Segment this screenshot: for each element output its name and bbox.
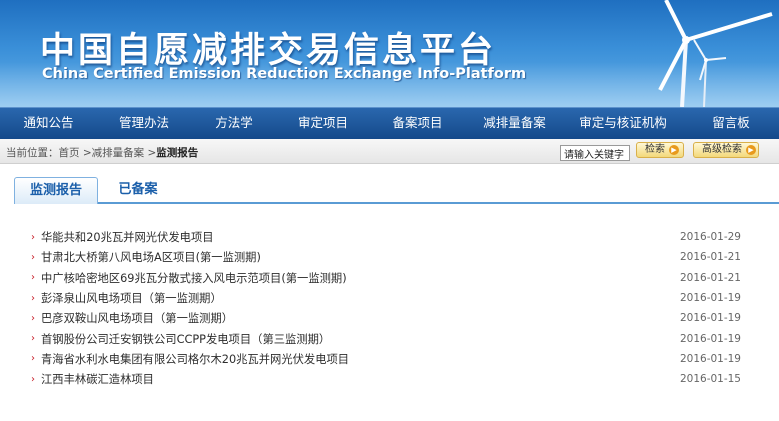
nav-item-notices[interactable]: 通知公告 — [0, 108, 97, 139]
breadcrumb-separator: > — [79, 147, 92, 159]
advanced-search-button[interactable]: 高级检索 ▶ — [693, 142, 759, 158]
nav-item-message-board[interactable]: 留言板 — [683, 108, 779, 139]
arrow-right-icon: ▶ — [669, 145, 679, 155]
bullet-arrow-icon: › — [31, 272, 35, 284]
bullet-arrow-icon: › — [31, 312, 35, 324]
list-item-date: 2016-01-19 — [679, 312, 741, 325]
list-item-title[interactable]: 华能共和20兆瓦并网光伏发电项目 — [41, 229, 214, 245]
nav-item-methodology[interactable]: 方法学 — [191, 108, 277, 139]
page: 中国自愿减排交易信息平台 China Certified Emission Re… — [0, 0, 779, 421]
list-item[interactable]: › 彭泽泉山风电场项目（第一监测期） 2016-01-19 — [31, 288, 743, 308]
breadcrumb-prefix: 当前位置： — [6, 147, 59, 159]
breadcrumb-home-link[interactable]: 首页 — [59, 147, 80, 159]
report-list: › 华能共和20兆瓦并网光伏发电项目 2016-01-29 › 甘肃北大桥第八风… — [31, 227, 743, 389]
list-item[interactable]: › 甘肃北大桥第八风电场A区项目(第一监测期) 2016-01-21 — [31, 247, 743, 267]
search-button[interactable]: 检索 ▶ — [636, 142, 684, 158]
nav-item-registered-projects[interactable]: 备案项目 — [369, 108, 466, 139]
list-item[interactable]: › 巴彦双鞍山风电场项目（第一监测期） 2016-01-19 — [31, 308, 743, 328]
list-item-date: 2016-01-21 — [679, 251, 741, 264]
breadcrumb-separator: > — [144, 147, 157, 159]
breadcrumb-current: 监测报告 — [156, 147, 199, 159]
search-input[interactable] — [560, 145, 630, 161]
list-item-title[interactable]: 首钢股份公司迁安钢铁公司CCPP发电项目（第三监测期） — [41, 331, 330, 347]
main-nav: 通知公告 管理办法 方法学 审定项目 备案项目 减排量备案 审定与核证机构 留言… — [0, 107, 779, 139]
list-item-date: 2016-01-19 — [679, 292, 741, 305]
wind-turbine-image — [658, 0, 773, 107]
list-item-date: 2016-01-29 — [679, 231, 741, 244]
tab-registered[interactable]: 已备案 — [108, 177, 168, 204]
bullet-arrow-icon: › — [31, 333, 35, 345]
list-item-title[interactable]: 彭泽泉山风电场项目（第一监测期） — [41, 290, 222, 306]
breadcrumb-bar: 当前位置：首页 >减排量备案 >监测报告 检索▶ 高级检索▶ — [0, 139, 779, 164]
bullet-arrow-icon: › — [31, 231, 35, 243]
list-item[interactable]: › 青海省水利水电集团有限公司格尔木20兆瓦并网光伏发电项目 2016-01-1… — [31, 349, 743, 369]
tab-monitoring-reports[interactable]: 监测报告 — [14, 177, 98, 204]
nav-item-validated-projects[interactable]: 审定项目 — [277, 108, 369, 139]
list-item[interactable]: › 中广核哈密地区69兆瓦分散式接入风电示范项目(第一监测期) 2016-01-… — [31, 268, 743, 288]
list-item-date: 2016-01-19 — [679, 352, 741, 365]
bullet-arrow-icon: › — [31, 353, 35, 365]
list-item-date: 2016-01-15 — [679, 373, 741, 386]
list-item-title[interactable]: 青海省水利水电集团有限公司格尔木20兆瓦并网光伏发电项目 — [41, 351, 349, 367]
list-item-date: 2016-01-19 — [679, 332, 741, 345]
arrow-right-icon: ▶ — [746, 145, 756, 155]
search-button-label: 检索 — [645, 144, 665, 155]
list-item[interactable]: › 江西丰林碳汇造林项目 2016-01-15 — [31, 369, 743, 389]
site-subtitle: China Certified Emission Reduction Excha… — [42, 66, 527, 82]
breadcrumb: 当前位置：首页 >减排量备案 >监测报告 — [6, 145, 198, 160]
list-item-title[interactable]: 巴彦双鞍山风电场项目（第一监测期） — [41, 310, 233, 326]
breadcrumb-section-link[interactable]: 减排量备案 — [92, 147, 145, 159]
advanced-search-label: 高级检索 — [702, 144, 742, 155]
nav-item-verification-agencies[interactable]: 审定与核证机构 — [563, 108, 683, 139]
nav-item-regulations[interactable]: 管理办法 — [97, 108, 191, 139]
site-banner: 中国自愿减排交易信息平台 China Certified Emission Re… — [0, 0, 779, 107]
bullet-arrow-icon: › — [31, 251, 35, 263]
list-item-title[interactable]: 中广核哈密地区69兆瓦分散式接入风电示范项目(第一监测期) — [41, 270, 347, 286]
bullet-arrow-icon: › — [31, 373, 35, 385]
list-item-date: 2016-01-21 — [679, 271, 741, 284]
list-item-title[interactable]: 江西丰林碳汇造林项目 — [41, 371, 154, 387]
tab-bar: 监测报告 已备案 — [14, 177, 779, 204]
list-item[interactable]: › 华能共和20兆瓦并网光伏发电项目 2016-01-29 — [31, 227, 743, 247]
list-item[interactable]: › 首钢股份公司迁安钢铁公司CCPP发电项目（第三监测期） 2016-01-19 — [31, 328, 743, 348]
list-item-title[interactable]: 甘肃北大桥第八风电场A区项目(第一监测期) — [41, 249, 261, 265]
bullet-arrow-icon: › — [31, 292, 35, 304]
nav-item-emission-registration[interactable]: 减排量备案 — [466, 108, 563, 139]
